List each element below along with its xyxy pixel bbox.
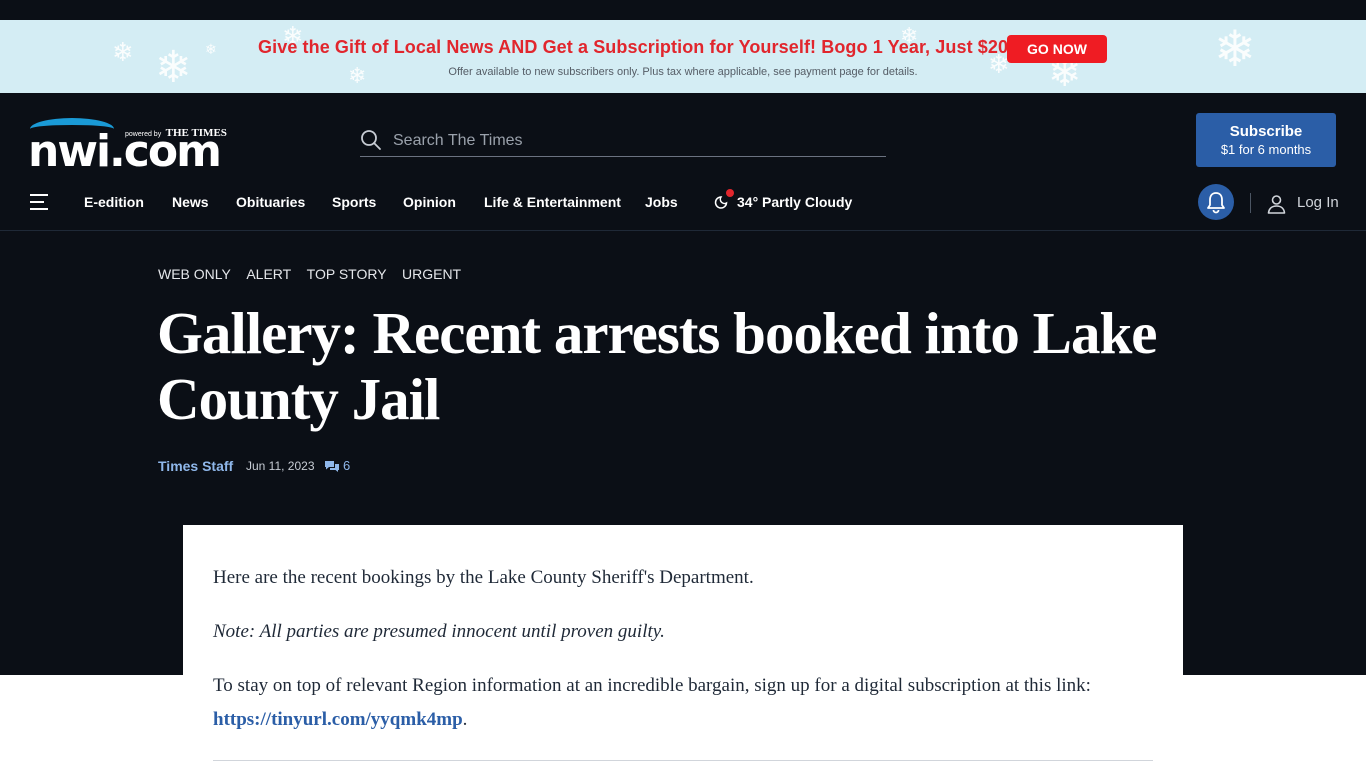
promo-headline[interactable]: Give the Gift of Local News AND Get a Su… — [258, 37, 1014, 58]
snowflake-icon: ❄ — [112, 38, 134, 68]
main-nav: E-edition News Obituaries Sports Opinion… — [0, 186, 1366, 218]
nav-divider — [1250, 193, 1251, 213]
publish-date: Jun 11, 2023 — [246, 459, 315, 473]
comments-icon — [325, 461, 339, 472]
promo-banner[interactable]: ❄ ❄ ❄ ❄ ❄ ❄ ❄ ❄ ❄ Give the Gift of Local… — [0, 20, 1366, 93]
powered-by: powered by THE TIMES — [125, 123, 227, 141]
moon-cloud-icon — [714, 196, 728, 209]
author-link[interactable]: Times Staff — [158, 458, 233, 474]
subscribe-button[interactable]: Subscribe $1 for 6 months — [1196, 113, 1336, 167]
article-divider — [213, 760, 1153, 761]
nav-rule — [0, 230, 1366, 231]
bell-icon — [1207, 192, 1225, 214]
nav-item-jobs[interactable]: Jobs — [645, 194, 678, 210]
nav-item-opinion[interactable]: Opinion — [403, 194, 456, 210]
article-paragraph: Here are the recent bookings by the Lake… — [213, 567, 754, 588]
subscribe-label: Subscribe — [1229, 123, 1303, 140]
nav-item-sports[interactable]: Sports — [332, 194, 376, 210]
article-paragraph: To stay on top of relevant Region inform… — [213, 669, 1153, 737]
tag-web-only[interactable]: WEB ONLY — [158, 266, 231, 282]
powered-by-brand: THE TIMES — [165, 127, 227, 139]
weather-alert-dot — [726, 189, 734, 197]
article-note: Note: All parties are presumed innocent … — [213, 621, 665, 642]
paragraph-text: To stay on top of relevant Region inform… — [213, 675, 1091, 696]
comment-count: 6 — [343, 458, 351, 473]
user-icon — [1267, 195, 1286, 214]
tag-alert[interactable]: ALERT — [246, 266, 291, 282]
paragraph-end: . — [462, 709, 468, 730]
notifications-button[interactable] — [1198, 184, 1234, 220]
promo-fine-print: Offer available to new subscribers only.… — [448, 66, 918, 78]
tag-top-story[interactable]: TOP STORY — [307, 266, 387, 282]
weather-text: 34° Partly Cloudy — [737, 194, 853, 210]
login-label: Log In — [1297, 194, 1339, 211]
article-tags: WEB ONLY ALERT TOP STORY URGENT — [158, 266, 472, 284]
powered-by-label: powered by — [125, 131, 162, 138]
top-strip — [0, 0, 1366, 20]
subscribe-price: $1 for 6 months — [1220, 142, 1312, 157]
nav-item-news[interactable]: News — [172, 194, 209, 210]
site-logo[interactable]: nwi.com powered by THE TIMES — [28, 118, 233, 176]
search-input[interactable] — [393, 130, 873, 152]
article-body: Here are the recent bookings by the Lake… — [183, 525, 1183, 768]
nav-item-life-entertainment[interactable]: Life & Entertainment — [484, 194, 621, 210]
hamburger-menu-icon[interactable] — [30, 194, 50, 210]
nav-item-obituaries[interactable]: Obituaries — [236, 194, 305, 210]
search-bar[interactable] — [360, 126, 886, 157]
article-title: Gallery: Recent arrests booked into Lake… — [157, 300, 1157, 432]
search-icon[interactable] — [360, 129, 382, 151]
tag-urgent[interactable]: URGENT — [402, 266, 461, 282]
go-now-button[interactable]: GO NOW — [1007, 35, 1107, 63]
nav-item-e-edition[interactable]: E-edition — [84, 194, 144, 210]
snowflake-icon: ❄ — [205, 42, 217, 58]
subscription-link[interactable]: https://tinyurl.com/yyqmk4mp — [213, 709, 463, 730]
